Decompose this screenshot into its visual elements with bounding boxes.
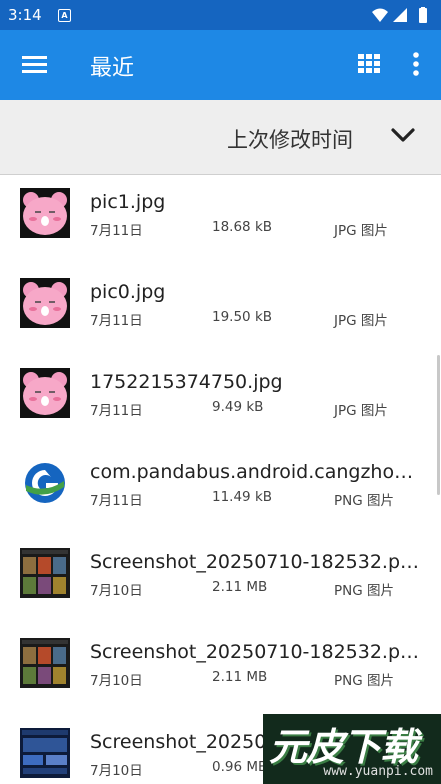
file-list: pic1.jpg 7月11日 18.68 kB JPG 图片 pic0.jpg … (0, 175, 441, 784)
notification-a-icon: A (58, 9, 71, 22)
wifi-signal-battery-icon (372, 7, 427, 23)
pink-bear-thumbnail-icon (20, 188, 70, 238)
screenshot-thumbnail-icon (20, 548, 70, 598)
file-type: PNG 图片 (334, 673, 394, 689)
pink-bear-thumbnail-icon (20, 368, 70, 418)
file-name: Screenshot_20250710-182532.png (90, 551, 424, 573)
file-size: 19.50 kB (212, 309, 273, 325)
screenshot-thumbnail-icon (20, 728, 70, 778)
status-bar: 3:14 A (0, 0, 441, 30)
hamburger-menu-icon[interactable] (22, 53, 48, 77)
file-size: 2.11 MB (212, 669, 268, 685)
scrollbar[interactable] (437, 355, 440, 495)
chevron-down-icon[interactable] (390, 126, 416, 148)
file-name: pic1.jpg (90, 191, 166, 213)
file-row[interactable]: pic1.jpg 7月11日 18.68 kB JPG 图片 (0, 175, 441, 265)
file-type: JPG 图片 (334, 313, 388, 329)
file-date: 7月11日 (90, 313, 143, 329)
file-name: 1752215374750.jpg (90, 371, 283, 393)
file-row[interactable]: 1752215374750.jpg 7月11日 9.49 kB JPG 图片 (0, 355, 441, 445)
file-size: 9.49 kB (212, 399, 264, 415)
sort-bar[interactable]: 上次修改时间 (0, 100, 441, 175)
status-time: 3:14 (8, 6, 42, 24)
more-options-icon[interactable] (412, 51, 420, 81)
file-row[interactable]: com.pandabus.android.cangzhoubu... 7月11日… (0, 445, 441, 535)
watermark-logo: 元皮下载 www.yuanpi.com (263, 714, 441, 784)
file-date: 7月11日 (90, 223, 143, 239)
file-row[interactable]: Screenshot_20250710-182532.png 7月10日 2.1… (0, 625, 441, 715)
file-name: pic0.jpg (90, 281, 166, 303)
watermark-logo-text: 元皮下载 (269, 724, 418, 769)
file-date: 7月10日 (90, 673, 143, 689)
watermark-url: www.yuanpi.com (323, 764, 433, 779)
file-size: 2.11 MB (212, 579, 268, 595)
screenshot-thumbnail-icon (20, 638, 70, 688)
sort-label[interactable]: 上次修改时间 (227, 124, 353, 154)
file-type: JPG 图片 (334, 403, 388, 419)
file-row[interactable]: Screenshot_20250710-182532.png 7月10日 2.1… (0, 535, 441, 625)
g-logo-thumbnail-icon (20, 458, 70, 508)
file-size: 11.49 kB (212, 489, 273, 505)
file-date: 7月11日 (90, 403, 143, 419)
file-size: 0.96 MB (212, 759, 268, 775)
file-row[interactable]: pic0.jpg 7月11日 19.50 kB JPG 图片 (0, 265, 441, 355)
file-size: 18.68 kB (212, 219, 273, 235)
file-name: com.pandabus.android.cangzhoubu... (90, 461, 424, 483)
file-type: PNG 图片 (334, 493, 394, 509)
file-name: Screenshot_20250710-182532.png (90, 641, 424, 663)
file-type: PNG 图片 (334, 583, 394, 599)
app-bar: 最近 (0, 30, 441, 100)
grid-view-icon[interactable] (358, 54, 380, 78)
pink-bear-thumbnail-icon (20, 278, 70, 328)
file-date: 7月11日 (90, 493, 143, 509)
file-date: 7月10日 (90, 583, 143, 599)
app-title: 最近 (90, 56, 135, 81)
status-icons (371, 7, 433, 28)
file-date: 7月10日 (90, 763, 143, 779)
file-type: JPG 图片 (334, 223, 388, 239)
